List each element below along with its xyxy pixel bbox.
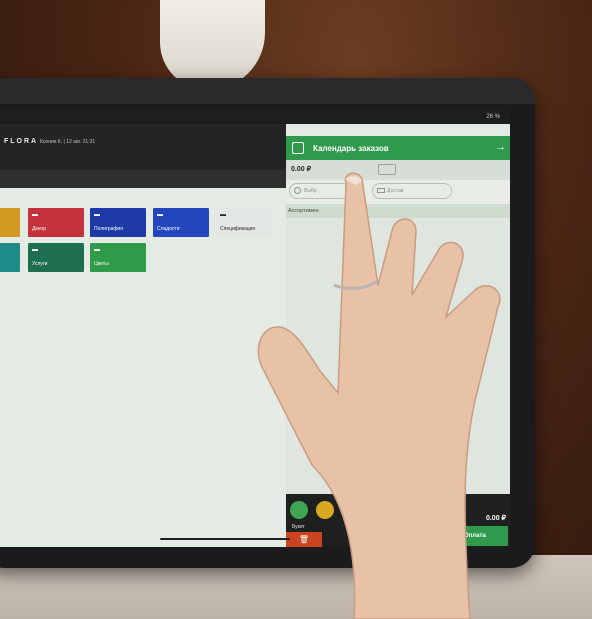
folder-icon: ▬ [94, 212, 100, 218]
status-bar: 26 % [0, 110, 510, 124]
category-tile[interactable]: ▬ [0, 243, 20, 272]
folder-icon: ▬ [32, 212, 38, 218]
arrow-right-icon[interactable]: → [495, 141, 506, 153]
category-tile-sweets[interactable]: ▬ Сладости [153, 208, 209, 237]
category-tile-decor[interactable]: ▬ Декор [28, 208, 84, 237]
folder-icon: ▬ [94, 247, 100, 253]
breadcrumb [0, 170, 286, 188]
category-tile-flowers[interactable]: ▬ Цветы [90, 243, 146, 272]
category-tile[interactable]: ▬ [0, 208, 20, 237]
tablet-case-edge [0, 78, 535, 104]
category-tile-printing[interactable]: ▬ Полиграфия [90, 208, 146, 237]
background-shoe [160, 0, 265, 90]
app-header: FLORA Ксения К. | 12 авг. 21:31 [0, 124, 286, 188]
hand-skin [257, 172, 501, 619]
panel-title: Календарь заказов [313, 144, 389, 153]
hand-pointing [257, 172, 501, 619]
calendar-icon[interactable] [292, 142, 304, 154]
folder-icon: ▬ [32, 247, 38, 253]
folder-icon: ▬ [157, 212, 163, 218]
app-logo: FLORA [4, 138, 39, 145]
folder-icon: ▬ [220, 212, 226, 218]
battery-indicator: 26 % [486, 114, 500, 120]
category-tile-services[interactable]: ▬ Услуги [28, 243, 84, 272]
order-panel-header: Календарь заказов → [286, 136, 510, 160]
user-info: Ксения К. | 12 авг. 21:31 [40, 139, 96, 145]
